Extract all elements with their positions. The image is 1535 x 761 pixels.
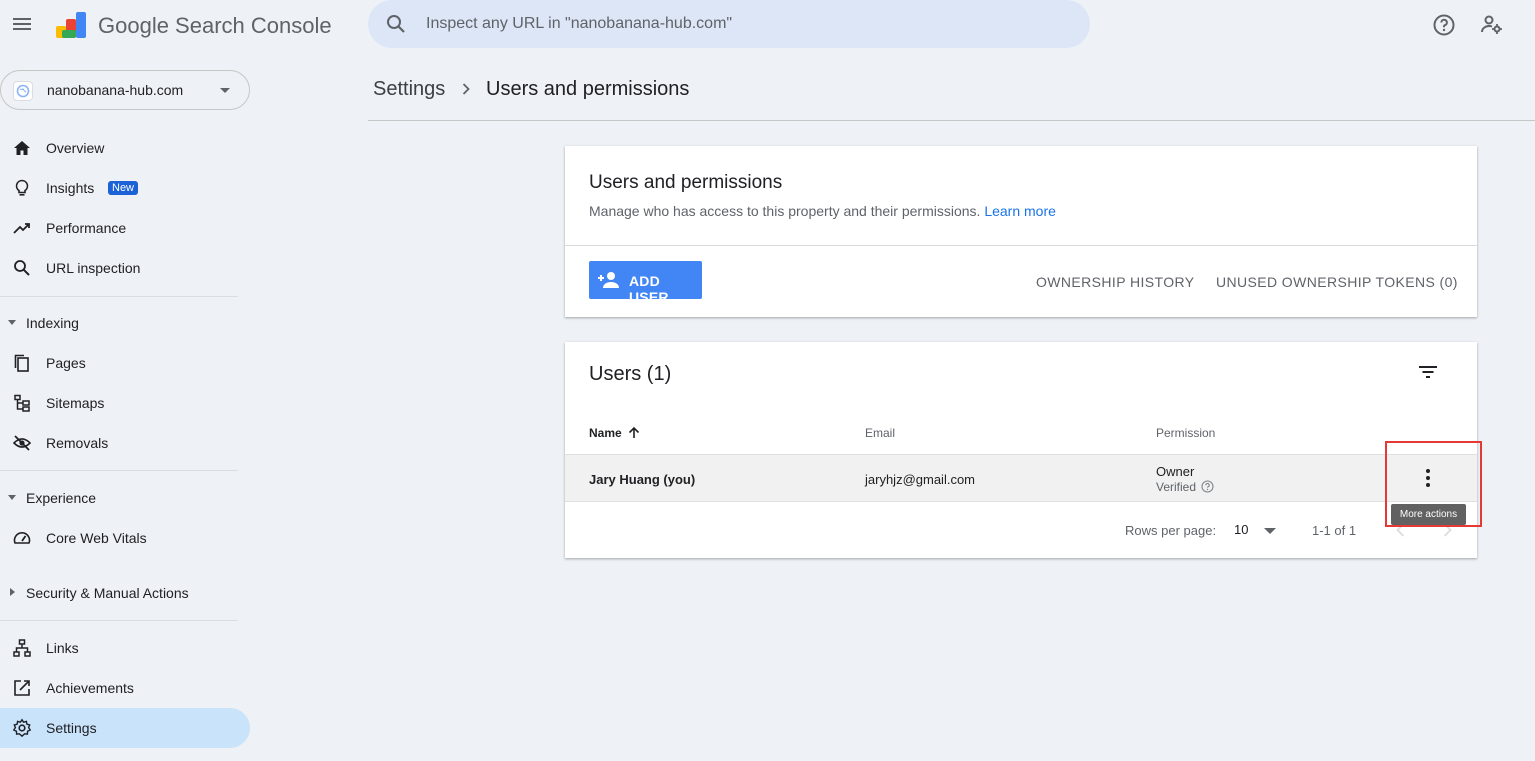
more-actions-tooltip: More actions <box>1391 504 1466 525</box>
expand-arrow-icon <box>8 320 16 325</box>
filter-icon[interactable] <box>1418 362 1438 382</box>
learn-more-link[interactable]: Learn more <box>984 203 1056 219</box>
add-user-button[interactable]: ADD USER <box>589 261 702 305</box>
column-header-name[interactable]: Name <box>589 426 622 440</box>
breadcrumb-settings[interactable]: Settings <box>373 78 445 101</box>
sidebar-item-core-web-vitals[interactable]: Core Web Vitals <box>0 518 250 558</box>
verification-status: Verified <box>1156 480 1197 494</box>
page-title: Users and permissions <box>486 78 690 100</box>
speedometer-icon <box>13 532 31 544</box>
property-name: nanobanana-hub.com <box>47 82 184 98</box>
property-selector[interactable]: nanobanana-hub.com <box>0 70 250 110</box>
column-header-email: Email <box>865 426 896 440</box>
search-input[interactable] <box>426 0 1066 48</box>
sidebar-item-sitemaps[interactable]: Sitemaps <box>0 383 250 423</box>
top-app-bar: Google Search Console <box>0 0 1535 50</box>
sidebar-item-label: Links <box>46 640 79 656</box>
help-circle-icon[interactable] <box>1201 480 1214 493</box>
dropdown-caret-icon <box>220 88 230 93</box>
sidebar-divider <box>0 296 238 297</box>
achievements-icon <box>14 680 30 696</box>
more-actions-icon[interactable] <box>1416 466 1440 490</box>
sidebar-divider <box>0 470 238 471</box>
unused-ownership-tokens-button[interactable]: UNUSED OWNERSHIP TOKENS (0) <box>1216 274 1458 290</box>
search-icon <box>14 260 30 276</box>
sidebar-item-label: Settings <box>46 720 97 736</box>
sidebar-item-label: Insights <box>46 180 95 196</box>
sidebar-item-label: Performance <box>46 220 127 236</box>
sidebar-item-label: Achievements <box>46 680 134 696</box>
sidebar-section-security[interactable]: Security & Manual Actions <box>0 575 250 611</box>
search-icon <box>387 15 405 33</box>
header-divider <box>368 120 1535 121</box>
hamburger-menu-icon[interactable] <box>12 14 32 34</box>
sidebar-item-overview[interactable]: Overview <box>0 128 250 168</box>
description-text: Manage who has access to this property a… <box>589 203 981 219</box>
sidebar-item-label: Removals <box>46 435 109 451</box>
sitemap-icon <box>14 394 30 412</box>
column-header-permission: Permission <box>1156 426 1216 440</box>
sidebar-divider <box>0 620 238 621</box>
ownership-history-button[interactable]: OWNERSHIP HISTORY <box>1036 274 1195 290</box>
card-divider <box>565 245 1477 246</box>
user-email: jaryhjz@gmail.com <box>865 472 975 487</box>
person-add-icon <box>598 272 619 288</box>
sidebar-item-label: Core Web Vitals <box>46 530 147 546</box>
sidebar-item-settings[interactable]: Settings <box>0 708 250 748</box>
new-badge: New <box>108 181 139 195</box>
users-count-title: Users (1) <box>589 363 672 385</box>
sidebar-section-experience[interactable]: Experience <box>0 480 250 516</box>
sidebar-item-links[interactable]: Links <box>0 628 250 668</box>
help-icon[interactable] <box>1432 13 1456 37</box>
eye-off-icon <box>12 435 32 451</box>
pagination-range: 1-1 of 1 <box>1312 523 1357 538</box>
gear-icon <box>12 718 32 738</box>
trending-up-icon <box>13 223 30 234</box>
users-card: Users (1) Name Email Permission Jary Hua… <box>565 342 1477 558</box>
sidebar-item-achievements[interactable]: Achievements <box>0 668 250 708</box>
chevron-right-icon <box>462 83 470 95</box>
lightbulb-icon <box>15 179 29 196</box>
arrow-up-sort-icon[interactable] <box>627 426 641 440</box>
sidebar-item-pages[interactable]: Pages <box>0 343 250 383</box>
user-name: Jary Huang (you) <box>589 472 696 487</box>
card-description: Manage who has access to this property a… <box>589 203 1056 219</box>
sidebar-item-insights[interactable]: Insights New <box>0 168 250 208</box>
section-label: Indexing <box>26 315 79 331</box>
app-title: Google Search Console <box>98 13 332 38</box>
url-inspection-search[interactable] <box>368 0 1090 48</box>
collapse-arrow-icon <box>10 588 15 596</box>
search-console-logo-icon <box>56 12 86 38</box>
section-label: Experience <box>26 490 97 506</box>
manage-users-icon[interactable] <box>1480 13 1504 37</box>
user-permission: Owner <box>1156 464 1195 479</box>
table-row[interactable]: Jary Huang (you) jaryhjz@gmail.com Owner… <box>565 454 1477 502</box>
permissions-card: Users and permissions Manage who has acc… <box>565 146 1477 317</box>
links-icon <box>13 639 31 657</box>
sidebar-section-indexing[interactable]: Indexing <box>0 305 250 341</box>
card-title: Users and permissions <box>589 172 783 193</box>
pages-icon <box>14 354 29 372</box>
sidebar-item-removals[interactable]: Removals <box>0 423 250 463</box>
rows-per-page-label: Rows per page: <box>1125 523 1217 538</box>
sidebar-item-url-inspection[interactable]: URL inspection <box>0 248 250 288</box>
sidebar-item-label: Sitemaps <box>46 395 105 411</box>
button-label: ADD USER <box>629 273 669 305</box>
home-icon <box>14 141 30 155</box>
sidebar-item-label: Overview <box>46 140 105 156</box>
sidebar-item-label: Pages <box>46 355 86 371</box>
sidebar-item-performance[interactable]: Performance <box>0 208 250 248</box>
dropdown-caret-icon[interactable] <box>1264 528 1276 534</box>
sidebar-item-label: URL inspection <box>46 260 141 276</box>
expand-arrow-icon <box>8 495 16 500</box>
rows-per-page-select[interactable]: 10 <box>1234 522 1248 537</box>
section-label: Security & Manual Actions <box>26 585 189 601</box>
property-favicon-icon <box>13 81 33 101</box>
